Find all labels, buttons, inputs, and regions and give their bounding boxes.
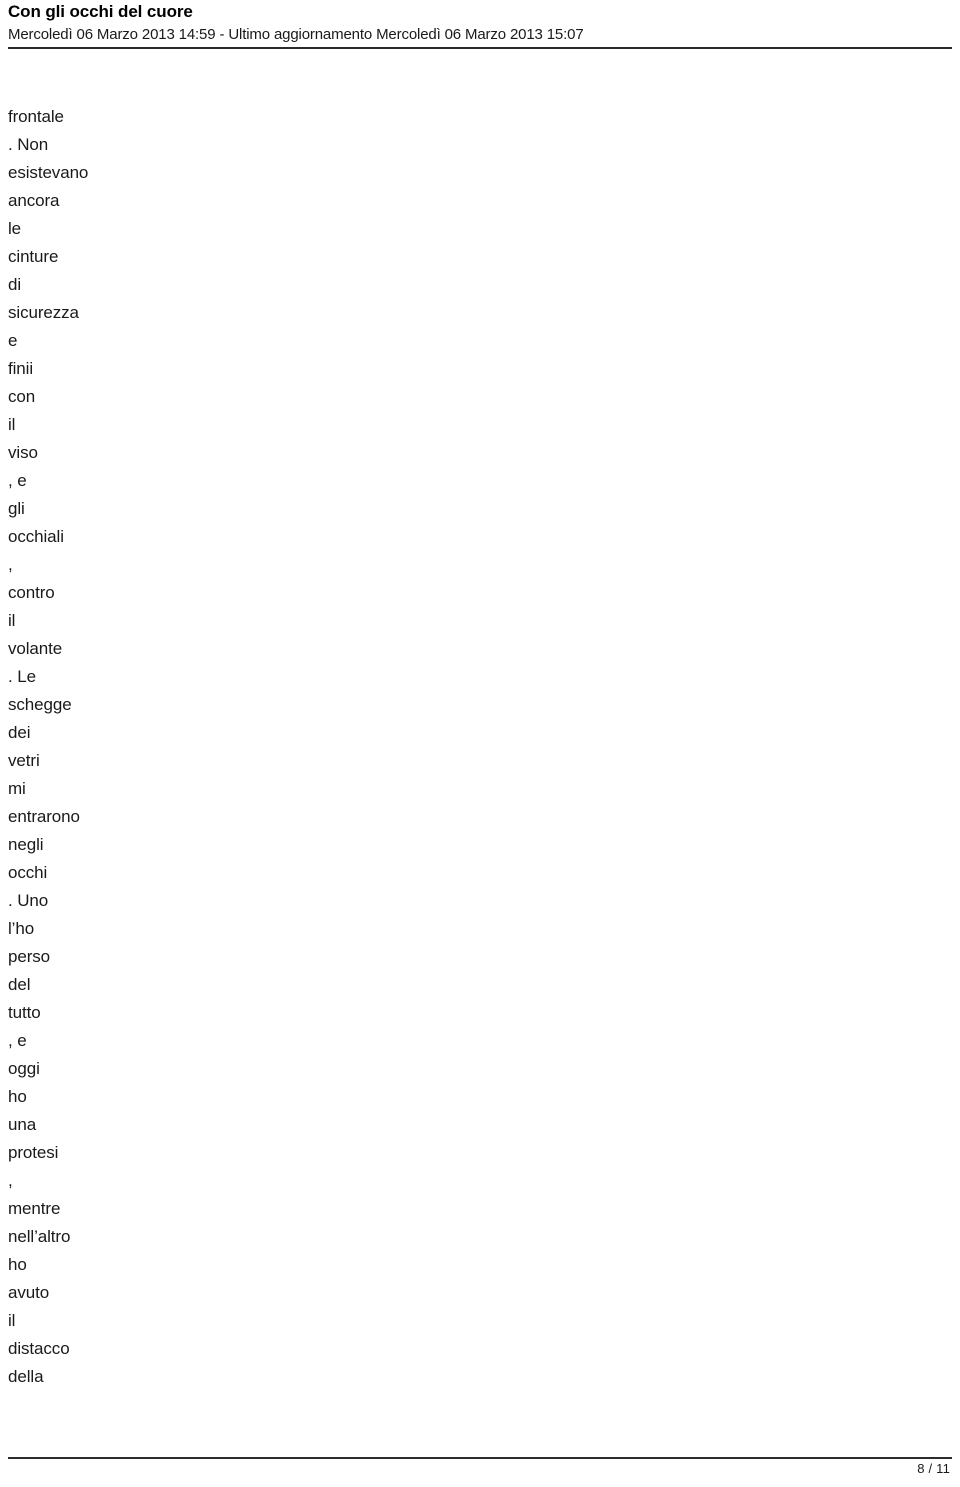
article-text-line: mi xyxy=(8,779,26,798)
article-text-line: una xyxy=(8,1115,37,1134)
article-text-line: gli xyxy=(8,499,25,518)
article-text-line: schegge xyxy=(8,695,72,714)
article-body: frontale . Non esistevano ancora le cinture di… xyxy=(8,103,308,1391)
document-header: Con gli occhi del cuore Mercoledì 06 Mar… xyxy=(0,0,960,45)
article-text-line: , xyxy=(8,1171,13,1190)
publication-timestamp: Mercoledì 06 Marzo 2013 14:59 - Ultimo a… xyxy=(8,26,584,43)
article-text-line: . Non xyxy=(8,135,49,154)
article-text-line: . Le xyxy=(8,667,36,686)
page-number: 8 / 11 xyxy=(917,1461,950,1476)
article-text-line: il xyxy=(8,415,16,434)
article-text-line: vetri xyxy=(8,751,40,770)
article-text-line: perso xyxy=(8,947,51,966)
article-text-line: della xyxy=(8,1367,44,1386)
article-text-line: , e xyxy=(8,471,27,490)
article-text-line: protesi xyxy=(8,1143,59,1162)
article-text-line: , xyxy=(8,555,13,574)
article-text-line: mentre xyxy=(8,1199,61,1218)
article-text-line: di xyxy=(8,275,22,294)
article-text-line: sicurezza xyxy=(8,303,79,322)
article-text-line: oggi xyxy=(8,1059,40,1078)
article-text-line: dei xyxy=(8,723,31,742)
article-text-line: esistevano xyxy=(8,163,89,182)
article-text-line: occhiali xyxy=(8,527,64,546)
article-text-line: negli xyxy=(8,835,44,854)
article-text-line: contro xyxy=(8,583,55,602)
article-text-line: ho xyxy=(8,1087,27,1106)
article-text-line: avuto xyxy=(8,1283,50,1302)
article-text-line: nell’altro xyxy=(8,1227,71,1246)
article-text-line: , e xyxy=(8,1031,27,1050)
article-text-line: cinture xyxy=(8,247,59,266)
article-text-line: viso xyxy=(8,443,38,462)
article-text-line: distacco xyxy=(8,1339,70,1358)
article-text-line: del xyxy=(8,975,31,994)
article-text-line: . Uno xyxy=(8,891,49,910)
document-page: Con gli occhi del cuore Mercoledì 06 Mar… xyxy=(0,0,960,1487)
article-text-line: e xyxy=(8,331,18,350)
article-text-line: l’ho xyxy=(8,919,35,938)
article-text-line: con xyxy=(8,387,36,406)
article-text-line: il xyxy=(8,1311,16,1330)
article-text-line: occhi xyxy=(8,863,48,882)
article-text-line: ancora xyxy=(8,191,60,210)
article-text-line: tutto xyxy=(8,1003,41,1022)
article-text-line: finii xyxy=(8,359,34,378)
document-footer: 8 / 11 xyxy=(8,1457,952,1478)
header-divider xyxy=(8,47,952,49)
article-text-line: frontale xyxy=(8,107,64,126)
article-text-line: volante xyxy=(8,639,63,658)
article-text-line: le xyxy=(8,219,22,238)
article-text-line: entrarono xyxy=(8,807,80,826)
article-text-line: il xyxy=(8,611,16,630)
page-title: Con gli occhi del cuore xyxy=(8,2,193,21)
article-text-line: ho xyxy=(8,1255,27,1274)
